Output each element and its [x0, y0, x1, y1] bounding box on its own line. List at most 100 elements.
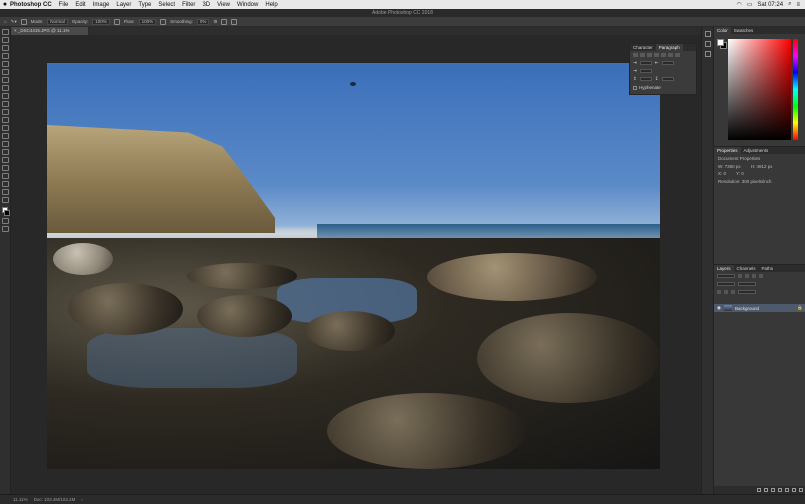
symmetry-icon[interactable] [231, 18, 238, 25]
layer-fill-field[interactable] [738, 290, 756, 294]
wifi-icon[interactable]: ◠ [737, 1, 742, 8]
indent-first-field[interactable] [639, 69, 652, 73]
indent-right-field[interactable] [661, 61, 674, 65]
adjustment-layer-icon[interactable] [778, 488, 782, 492]
move-tool-icon[interactable] [1, 29, 9, 35]
eye-icon[interactable]: ◉ [717, 305, 721, 311]
hyphenate-checkbox[interactable] [633, 85, 637, 90]
justify-right-icon[interactable] [668, 53, 673, 57]
healing-brush-tool-icon[interactable] [1, 85, 9, 91]
mode-select[interactable]: Normal [47, 18, 68, 25]
zoom-tool-icon[interactable] [1, 189, 9, 195]
edit-toolbar-icon[interactable] [1, 197, 9, 203]
blur-tool-icon[interactable] [1, 133, 9, 139]
opacity-field[interactable]: 100% [92, 18, 110, 25]
history-panel-icon[interactable] [704, 31, 711, 37]
filter-shape-icon[interactable] [759, 274, 763, 278]
lasso-tool-icon[interactable] [1, 45, 9, 51]
search-icon[interactable]: ⌕ [788, 1, 791, 8]
quick-mask-icon[interactable] [1, 218, 9, 224]
screen-mode-icon[interactable] [1, 226, 9, 232]
home-icon[interactable]: ⌂ [4, 19, 7, 24]
space-after-field[interactable] [661, 77, 674, 81]
menu-edit[interactable]: Edit [75, 2, 85, 8]
smoothing-field[interactable]: 0% [196, 18, 210, 25]
menu-image[interactable]: Image [93, 2, 110, 8]
brush-settings-icon[interactable] [704, 41, 711, 47]
document-canvas-image[interactable] [47, 63, 660, 469]
eyedropper-tool-icon[interactable] [1, 77, 9, 83]
menu-type[interactable]: Type [138, 2, 151, 8]
menu-file[interactable]: File [59, 2, 69, 8]
space-before-field[interactable] [639, 77, 652, 81]
brush-panel-icon[interactable] [20, 18, 27, 25]
layer-filter-select[interactable] [717, 274, 735, 278]
marquee-tool-icon[interactable] [1, 37, 9, 43]
layer-style-icon[interactable] [764, 488, 768, 492]
gear-icon[interactable]: ⚙ [213, 19, 217, 25]
shape-tool-icon[interactable] [1, 173, 9, 179]
menu-layer[interactable]: Layer [116, 2, 131, 8]
doc-x[interactable]: X: 0 [718, 171, 726, 176]
indent-left-field[interactable] [639, 61, 652, 65]
eraser-tool-icon[interactable] [1, 117, 9, 123]
dodge-tool-icon[interactable] [1, 141, 9, 147]
align-center-icon[interactable] [640, 53, 645, 57]
path-select-tool-icon[interactable] [1, 165, 9, 171]
battery-icon[interactable]: ▭ [747, 1, 753, 8]
doc-y[interactable]: Y: 0 [736, 171, 744, 176]
filter-adjust-icon[interactable] [745, 274, 749, 278]
add-mask-icon[interactable] [771, 488, 775, 492]
background-color-swatch[interactable] [4, 210, 10, 216]
frame-tool-icon[interactable] [1, 69, 9, 75]
menu-help[interactable]: Help [265, 2, 277, 8]
menu-select[interactable]: Select [158, 2, 175, 8]
tab-swatches[interactable]: Swatches [731, 27, 757, 34]
color-foreground-swatch[interactable] [717, 39, 724, 46]
tab-properties[interactable]: Properties [714, 147, 741, 154]
history-brush-tool-icon[interactable] [1, 109, 9, 115]
filter-pixel-icon[interactable] [738, 274, 742, 278]
doc-width[interactable]: W: 7360 px [718, 164, 741, 169]
quick-select-tool-icon[interactable] [1, 53, 9, 59]
menu-list-icon[interactable]: ≡ [796, 2, 800, 8]
close-icon[interactable]: × [14, 28, 17, 33]
zoom-level[interactable]: 11.11% [13, 497, 28, 502]
lock-all-icon[interactable] [731, 290, 735, 294]
flow-field[interactable]: 100% [138, 18, 157, 25]
menu-filter[interactable]: Filter [182, 2, 195, 8]
tab-layers[interactable]: Layers [714, 265, 734, 272]
tab-adjustments[interactable]: Adjustments [741, 147, 772, 154]
trash-icon[interactable] [799, 488, 803, 492]
airbrush-icon[interactable] [160, 18, 167, 25]
crop-tool-icon[interactable] [1, 61, 9, 67]
apple-icon[interactable]: ● [0, 1, 10, 8]
status-arrow-icon[interactable]: › [81, 497, 83, 502]
menu-3d[interactable]: 3D [202, 2, 210, 8]
tab-paragraph[interactable]: Paragraph [655, 44, 683, 51]
lock-pixels-icon[interactable] [717, 290, 721, 294]
gradient-tool-icon[interactable] [1, 125, 9, 131]
clone-stamp-tool-icon[interactable] [1, 101, 9, 107]
brush-preset-icon[interactable]: ✎▾ [11, 19, 17, 25]
justify-left-icon[interactable] [654, 53, 659, 57]
type-tool-icon[interactable] [1, 157, 9, 163]
clock[interactable]: Sat 07:24 [757, 2, 783, 8]
doc-size[interactable]: Doc: 103.4M/103.4M [34, 497, 76, 502]
brush-tool-icon[interactable] [1, 93, 9, 99]
layer-name[interactable]: Background [735, 306, 759, 311]
align-right-icon[interactable] [647, 53, 652, 57]
character-panel-icon[interactable] [704, 51, 711, 57]
link-layers-icon[interactable] [757, 488, 761, 492]
hand-tool-icon[interactable] [1, 181, 9, 187]
layer-opacity-field[interactable] [738, 282, 756, 286]
tab-paths[interactable]: Paths [759, 265, 777, 272]
tab-character[interactable]: Character [630, 44, 656, 51]
tab-color[interactable]: Color [714, 27, 731, 34]
document-tab[interactable]: × _DSC4415.JPG @ 11.1% (RGB/8*) [11, 27, 89, 41]
new-group-icon[interactable] [785, 488, 789, 492]
justify-all-icon[interactable] [675, 53, 680, 57]
layer-row[interactable]: ◉ Background 🔒 [714, 304, 805, 312]
doc-height[interactable]: H: 4912 px [751, 164, 773, 169]
filter-type-icon[interactable] [752, 274, 756, 278]
